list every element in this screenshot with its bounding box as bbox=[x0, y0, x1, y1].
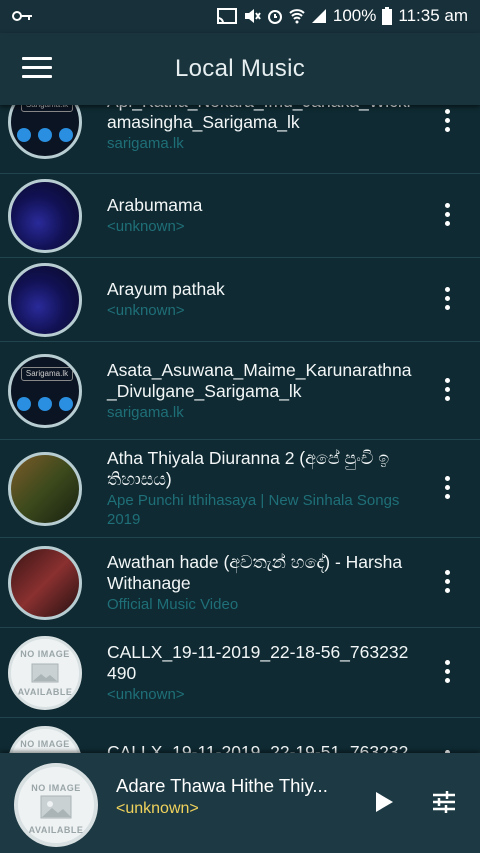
track-row[interactable]: Awathan hade (අවතැන් හදේ) - Harsha Witha… bbox=[0, 538, 480, 628]
track-row[interactable]: NO IMAGE AVAILABLE CALLX_19-11-2019_22-18-… bbox=[0, 628, 480, 718]
no-image-label: NO IMAGE bbox=[31, 783, 81, 793]
more-options-icon[interactable] bbox=[442, 109, 452, 135]
album-art-thumbnail bbox=[8, 452, 82, 526]
play-circle-icon bbox=[17, 128, 31, 142]
track-subtitle: sarigama.lk bbox=[107, 404, 184, 421]
now-playing-artist: <unknown> bbox=[116, 800, 199, 817]
track-title: CALLX_19-11-2019_22-19-51_7632324 bbox=[107, 742, 409, 753]
track-row[interactable]: NO IMAGEAVAILABLE CALLX_19-11-2019_22-19-… bbox=[0, 718, 480, 753]
track-info: Api_Katha_Nokara_Imu_Janaka_Wickramasing… bbox=[107, 105, 417, 153]
track-row[interactable]: Sarigama.lk Asata_Asuwana_Maime_Karunarat… bbox=[0, 342, 480, 440]
photo-placeholder-icon bbox=[31, 663, 59, 683]
now-playing-bar[interactable]: NO IMAGE AVAILABLE Adare Thawa Hithe Thi… bbox=[0, 753, 480, 853]
track-subtitle: Ape Punchi Ithihasaya | New Sinhala Song… bbox=[107, 492, 400, 528]
album-art-thumbnail: Sarigama.lk bbox=[8, 105, 82, 159]
more-options-icon[interactable] bbox=[442, 476, 452, 502]
album-art-thumbnail: NO IMAGEAVAILABLE bbox=[8, 726, 82, 753]
alarm-icon bbox=[267, 10, 282, 24]
add-circle-icon bbox=[38, 397, 52, 411]
app-bar: Local Music bbox=[0, 33, 480, 105]
more-options-icon[interactable] bbox=[442, 287, 452, 313]
info-circle-icon bbox=[59, 397, 73, 411]
battery-percent: 100% bbox=[332, 6, 377, 25]
album-art-thumbnail bbox=[8, 263, 82, 337]
track-title: Arabumama bbox=[107, 195, 203, 215]
more-options-icon[interactable] bbox=[442, 570, 452, 596]
mute-icon bbox=[244, 9, 261, 23]
clock-time: 11:35 am bbox=[398, 6, 468, 25]
cast-icon bbox=[216, 8, 237, 24]
track-info: CALLX_19-11-2019_22-19-51_7632324 bbox=[107, 742, 417, 753]
track-row[interactable]: Atha Thiyala Diuranna 2 (අපේ පුංචි ඉතිහා… bbox=[0, 440, 480, 538]
signal-icon bbox=[311, 9, 326, 23]
album-art-thumbnail: NO IMAGE AVAILABLE bbox=[8, 636, 82, 710]
battery-icon bbox=[382, 7, 393, 25]
info-circle-icon bbox=[59, 128, 73, 142]
track-subtitle: Official Music Video bbox=[107, 596, 239, 613]
track-row[interactable]: Arabumama <unknown> bbox=[0, 174, 480, 258]
track-title: Awathan hade (අවතැන් හදේ) - Harsha Witha… bbox=[107, 552, 403, 593]
photo-placeholder-icon bbox=[40, 795, 72, 819]
track-info: CALLX_19-11-2019_22-18-56_763232490 <unkn… bbox=[107, 642, 417, 704]
track-subtitle: <unknown> bbox=[107, 218, 185, 235]
equalizer-icon[interactable] bbox=[432, 791, 458, 815]
track-title: Atha Thiyala Diuranna 2 (අපේ පුංචි ඉතිහා… bbox=[107, 448, 390, 489]
track-info: Asata_Asuwana_Maime_Karunarathna_Divulga… bbox=[107, 360, 417, 422]
now-playing-album-art: NO IMAGE AVAILABLE bbox=[14, 763, 98, 847]
key-icon bbox=[12, 8, 34, 28]
track-info: Arayum pathak <unknown> bbox=[107, 279, 417, 320]
track-info: Atha Thiyala Diuranna 2 (අපේ පුංචි ඉතිහා… bbox=[107, 448, 417, 529]
track-title: CALLX_19-11-2019_22-18-56_763232490 bbox=[107, 642, 409, 683]
play-icon[interactable] bbox=[374, 791, 396, 815]
no-image-label: NO IMAGE bbox=[20, 739, 70, 749]
more-options-icon[interactable] bbox=[442, 660, 452, 686]
play-circle-icon bbox=[17, 397, 31, 411]
available-label: AVAILABLE bbox=[28, 825, 84, 835]
album-art-thumbnail: Sarigama.lk bbox=[8, 354, 82, 428]
add-circle-icon bbox=[38, 128, 52, 142]
now-playing-title: Adare Thawa Hithe Thiy... bbox=[116, 775, 328, 796]
track-subtitle: <unknown> bbox=[107, 302, 185, 319]
status-bar: 100% 11:35 am bbox=[0, 0, 480, 33]
track-list[interactable]: Sarigama.lk Api_Katha_Nokara_Imu_Janaka_W… bbox=[0, 105, 480, 753]
album-art-thumbnail bbox=[8, 179, 82, 253]
album-art-thumbnail bbox=[8, 546, 82, 620]
more-options-icon[interactable] bbox=[442, 203, 452, 229]
track-info: Awathan hade (අවතැන් හදේ) - Harsha Witha… bbox=[107, 552, 417, 614]
track-row[interactable]: Sarigama.lk Api_Katha_Nokara_Imu_Janaka_W… bbox=[0, 105, 480, 174]
no-image-label: NO IMAGE bbox=[20, 649, 70, 659]
track-title: Arayum pathak bbox=[107, 279, 225, 299]
track-info: Arabumama <unknown> bbox=[107, 195, 417, 236]
track-row[interactable]: Arayum pathak <unknown> bbox=[0, 258, 480, 342]
page-title: Local Music bbox=[174, 55, 305, 82]
available-label: AVAILABLE bbox=[17, 687, 73, 697]
sarigama-logo: Sarigama.lk bbox=[21, 105, 73, 112]
sarigama-logo: Sarigama.lk bbox=[21, 367, 73, 381]
track-subtitle: <unknown> bbox=[107, 686, 185, 703]
track-subtitle: sarigama.lk bbox=[107, 135, 184, 152]
track-title: Asata_Asuwana_Maime_Karunarathna_Divulga… bbox=[107, 360, 412, 401]
more-options-icon[interactable] bbox=[442, 378, 452, 404]
wifi-icon bbox=[289, 9, 305, 24]
track-title: Api_Katha_Nokara_Imu_Janaka_Wickramasing… bbox=[107, 105, 412, 132]
